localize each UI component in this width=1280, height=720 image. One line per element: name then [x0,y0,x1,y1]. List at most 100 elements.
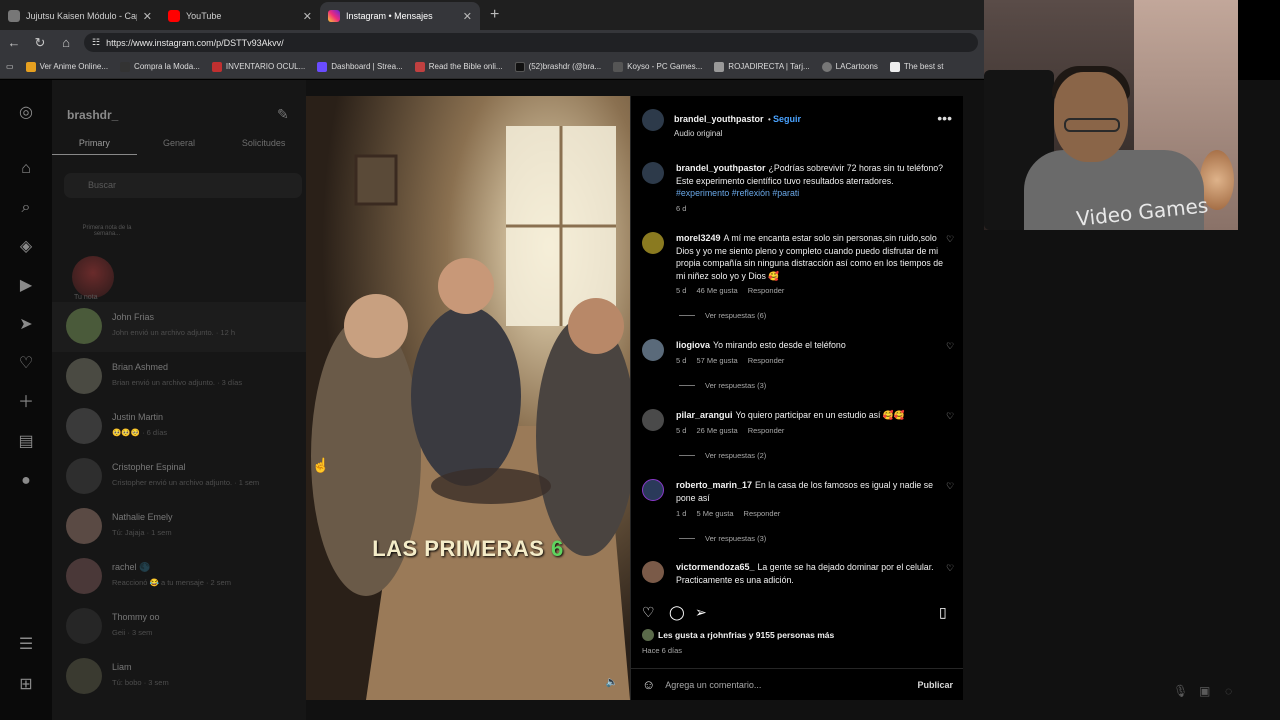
avatar[interactable] [642,339,664,361]
comment-username[interactable]: liogiova [676,340,710,350]
conversation-item[interactable]: Justin Martin 🥺🥺🥺 · 6 días [52,402,306,452]
bookmark-save-icon[interactable]: ▯ [939,604,947,621]
tab-jujutsu[interactable]: Jujutsu Kaisen Módulo - Capítulo ✕ [0,2,160,30]
bookmark-item[interactable]: Ver Anime Online... [25,61,108,72]
messages-icon[interactable]: ➤ [17,316,35,334]
bookmarks-bar: ▭ Ver Anime Online... Compra la Moda... … [0,55,984,79]
post-actions: ♡ ◯ ➢ ▯ [631,598,964,628]
sticker-icon[interactable]: ◌ [1225,684,1232,698]
note-avatar[interactable] [72,256,114,298]
author-avatar[interactable] [642,109,664,131]
reply-button[interactable]: Responder [748,286,785,295]
author-username[interactable]: brandel_youthpastor [674,114,764,124]
likes-summary[interactable]: Les gusta a rjohnfrias y 9155 personas m… [642,629,834,641]
profile-avatar-icon[interactable]: ● [17,472,35,490]
new-message-icon[interactable]: ✎ [277,106,289,123]
like-comment-icon[interactable]: ♡ [946,481,954,492]
tab-title: Jujutsu Kaisen Módulo - Capítulo [26,11,137,21]
reels-icon[interactable]: ▶ [17,277,35,295]
bookmark-item[interactable]: Compra la Moda... [120,61,200,72]
reply-button[interactable]: Responder [744,509,781,518]
bookmarks-menu-icon[interactable]: ▭ [6,62,14,71]
view-replies-button[interactable]: Ver respuestas (3) [679,534,766,543]
reply-button[interactable]: Responder [748,356,785,365]
site-info-icon[interactable]: ☷ [92,37,100,48]
bookmark-item[interactable]: (52)brashdr (@bra... [514,61,601,72]
bookmark-item[interactable]: Read the Bible onli... [414,61,503,72]
instagram-logo-icon[interactable]: ◎ [17,104,35,122]
comment-username[interactable]: morel3249 [676,233,721,243]
follow-button[interactable]: Seguir [773,114,801,124]
like-comment-icon[interactable]: ♡ [946,563,954,574]
tab-requests[interactable]: Solicitudes [221,138,306,155]
new-tab-button[interactable]: + [480,6,509,30]
reel-video[interactable]: LAS PRIMERAS 6 🔈 [306,96,630,700]
view-replies-button[interactable]: Ver respuestas (2) [679,451,766,460]
publish-button[interactable]: Publicar [917,680,953,690]
inbox-username[interactable]: brashdr_ [67,108,118,122]
tab-primary[interactable]: Primary [52,138,137,155]
like-comment-icon[interactable]: ♡ [946,411,954,422]
create-icon[interactable]: ＋ [17,394,35,412]
audio-label[interactable]: Audio original [674,129,801,138]
conversation-item[interactable]: Thommy oo Geii · 3 sem [52,602,306,652]
comment-input[interactable]: Agrega un comentario... [665,680,907,690]
like-heart-icon[interactable]: ♡ [642,604,655,621]
image-icon[interactable]: ▣ [1199,684,1210,698]
avatar[interactable] [642,409,664,431]
apps-icon[interactable]: ⊞ [17,676,35,694]
conversation-item[interactable]: Liam Tú: bobo · 3 sem [52,652,306,702]
bookmark-item[interactable]: The best st [889,61,943,72]
share-send-icon[interactable]: ➢ [695,604,707,621]
bookmark-item[interactable]: LACartoons [821,61,878,72]
explore-icon[interactable]: ◈ [17,238,35,256]
like-comment-icon[interactable]: ♡ [946,234,954,245]
avatar[interactable] [642,479,664,501]
notifications-heart-icon[interactable]: ♡ [17,355,35,373]
emoji-icon[interactable]: ☺ [642,677,655,692]
note-label: Tu nota [74,294,98,301]
volume-icon[interactable]: 🔈 [606,677,618,688]
view-replies-button[interactable]: Ver respuestas (6) [679,311,766,320]
like-comment-icon[interactable]: ♡ [946,341,954,352]
tab-instagram[interactable]: Instagram • Mensajes ✕ [320,2,480,30]
conversation-item[interactable]: Cristopher Espinal Cristopher envió un a… [52,452,306,502]
search-icon[interactable]: ⌕ [17,199,35,217]
url-field[interactable]: ☷ https://www.instagram.com/p/DSTTv93Akv… [84,33,978,52]
inbox-search-input[interactable]: Buscar [64,173,302,198]
conversation-item[interactable]: Brian Ashmed Brian envió un archivo adju… [52,352,306,402]
close-tab-icon[interactable]: ✕ [303,10,312,23]
reload-icon[interactable]: ↻ [32,35,48,51]
comment-bubble-icon[interactable]: ◯ [669,604,685,621]
comment-username[interactable]: roberto_marin_17 [676,480,752,490]
avatar [66,658,102,694]
comment-username[interactable]: pilar_arangui [676,410,733,420]
avatar[interactable] [642,162,664,184]
conversation-item[interactable]: John Frias John envió un archivo adjunto… [52,302,306,352]
bookmark-item[interactable]: Koyso - PC Games... [613,61,702,72]
caption-hashtags[interactable]: #experimento #reflexión #parati [676,187,944,200]
close-tab-icon[interactable]: ✕ [143,10,152,23]
avatar[interactable] [642,232,664,254]
back-arrow-icon[interactable]: ← [6,35,22,50]
home-icon[interactable]: ⌂ [17,160,35,178]
tab-general[interactable]: General [137,138,222,155]
reply-button[interactable]: Responder [748,426,785,435]
avatar[interactable] [642,561,664,583]
bookmark-item[interactable]: Dashboard | Strea... [317,61,403,72]
home-icon[interactable]: ⌂ [58,35,74,50]
close-tab-icon[interactable]: ✕ [463,10,472,23]
menu-icon[interactable]: ☰ [17,636,35,654]
more-options-icon[interactable]: ••• [937,110,952,126]
tab-youtube[interactable]: YouTube ✕ [160,2,320,30]
conversation-item[interactable]: rachel 🌑 Reaccionó 😂 a tu mensaje · 2 se… [52,552,306,602]
microphone-icon[interactable]: 🎙 [1173,684,1188,698]
bookmark-item[interactable]: INVENTARIO OCUL... [211,61,305,72]
dashboard-icon[interactable]: ▤ [17,433,35,451]
conversation-item[interactable]: Nathalie Emely Tú: Jajaja · 1 sem [52,502,306,552]
comment-username[interactable]: victormendoza65_ [676,562,755,572]
bookmark-item[interactable]: ROJADIRECTA | Tarj... [714,61,810,72]
view-replies-button[interactable]: Ver respuestas (3) [679,381,766,390]
note-bubble[interactable]: Primera nota de la semana... [82,225,132,237]
caption-username[interactable]: brandel_youthpastor [676,163,766,173]
